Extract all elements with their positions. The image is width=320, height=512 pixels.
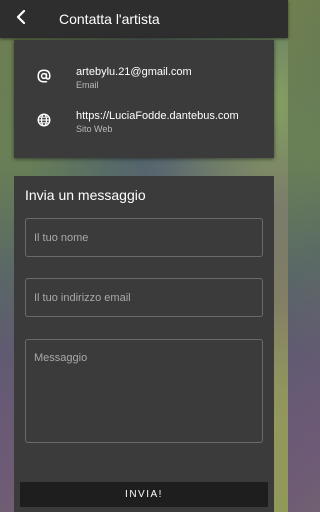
app-bar: Contatta l'artista — [0, 0, 288, 38]
name-field[interactable] — [25, 218, 263, 257]
contact-row-email[interactable]: artebylu.21@gmail.com Email — [14, 62, 274, 98]
chevron-left-icon — [15, 9, 27, 29]
message-panel: Invia un messaggio — [14, 176, 274, 512]
website-label: Sito Web — [76, 124, 113, 134]
back-button[interactable] — [2, 0, 40, 38]
email-value: artebylu.21@gmail.com — [76, 66, 192, 78]
page-title: Contatta l'artista — [59, 11, 160, 27]
contact-info-card: artebylu.21@gmail.com Email https://Luci… — [14, 40, 274, 158]
message-field[interactable] — [25, 339, 263, 443]
email-field[interactable] — [25, 278, 263, 317]
email-label: Email — [76, 80, 99, 90]
at-sign-icon — [36, 68, 52, 84]
send-button[interactable]: INVIA! — [20, 482, 268, 507]
globe-icon — [36, 112, 52, 128]
message-section-title: Invia un messaggio — [25, 187, 146, 203]
website-value: https://LuciaFodde.dantebus.com — [76, 110, 239, 122]
contact-row-website[interactable]: https://LuciaFodde.dantebus.com Sito Web — [14, 106, 274, 142]
